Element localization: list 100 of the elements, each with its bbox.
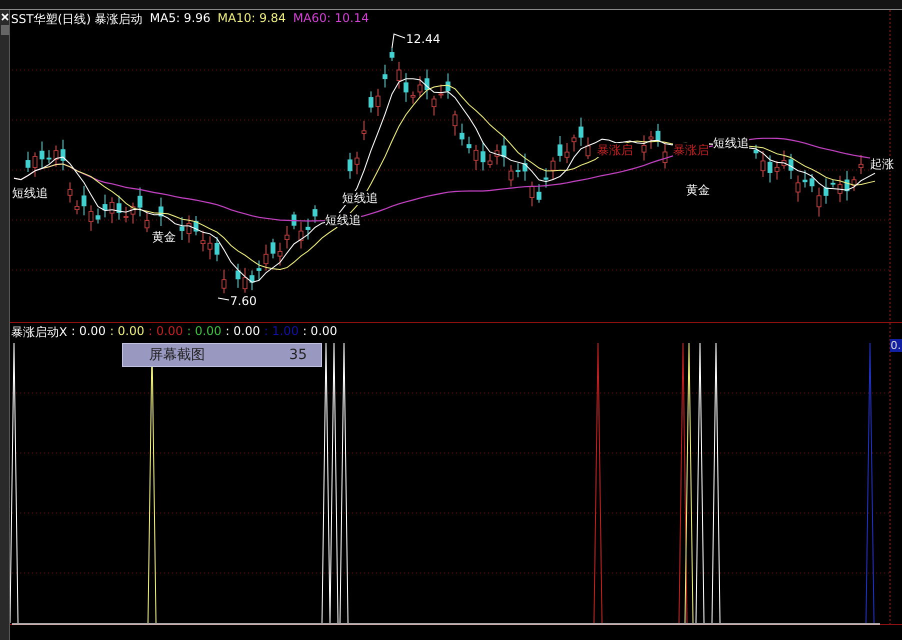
- candle: [26, 151, 30, 172]
- signal-label: 短线追: [12, 186, 48, 200]
- candle: [88, 204, 94, 232]
- indicator-value: : 0.00: [148, 324, 183, 340]
- candle: [278, 242, 282, 266]
- candle: [404, 72, 408, 102]
- candle: [558, 136, 562, 162]
- candle: [250, 270, 254, 291]
- candle: [844, 170, 850, 201]
- candle: [270, 238, 276, 259]
- candle: [180, 216, 184, 241]
- candle: [418, 76, 422, 98]
- indicator-value: : 0.00: [302, 324, 338, 340]
- candle: [754, 144, 758, 160]
- chart-title-text: SST华塑(日线) 暴涨启动: [11, 11, 143, 28]
- candle: [40, 141, 44, 169]
- candle: [348, 152, 352, 180]
- candle: [390, 46, 394, 62]
- candle: [186, 215, 192, 244]
- indicator-value: : 0.00: [71, 324, 106, 340]
- candle: [312, 204, 318, 224]
- candle: [774, 160, 780, 180]
- chart-title-text: MA10: 9.84: [218, 11, 286, 27]
- signal-label: 黄金: [152, 230, 176, 244]
- candle: [292, 211, 296, 230]
- candle: [586, 136, 590, 160]
- candle: [362, 120, 366, 141]
- price-label: 12.44: [406, 32, 440, 46]
- candle: [768, 154, 772, 183]
- candle: [382, 64, 388, 88]
- candle: [144, 210, 150, 233]
- candle: [452, 110, 458, 136]
- close-icon[interactable]: [0, 13, 8, 21]
- chart-title-text: MA60: 10.14: [292, 11, 369, 27]
- candle: [544, 168, 548, 188]
- candle: [782, 150, 786, 170]
- candle: [536, 184, 542, 204]
- candle: [306, 218, 310, 240]
- leader-line: [218, 298, 230, 300]
- candle: [564, 142, 570, 164]
- candle: [480, 141, 486, 171]
- indicator-value: : 1.00: [264, 324, 299, 340]
- signal-label: 黄金: [686, 183, 710, 197]
- candle: [96, 208, 100, 224]
- candle: [830, 179, 836, 188]
- candle: [662, 142, 668, 170]
- candle: [354, 151, 360, 175]
- candle: [214, 236, 220, 262]
- candle: [194, 216, 198, 236]
- value-tag: 0.: [890, 338, 902, 352]
- candle: [424, 69, 430, 100]
- candle: [466, 136, 472, 154]
- candle: [508, 164, 514, 187]
- candle: [522, 153, 528, 182]
- candle: [656, 123, 660, 148]
- candle: [368, 90, 374, 114]
- candle: [54, 144, 58, 168]
- candle: [642, 134, 646, 162]
- candle: [60, 139, 66, 171]
- candle: [852, 176, 856, 192]
- candle: [284, 226, 290, 250]
- candle: [222, 269, 226, 294]
- candle: [242, 267, 248, 294]
- candle: [68, 182, 72, 204]
- candle: [788, 153, 794, 180]
- scroll-up-icon[interactable]: [0, 25, 8, 35]
- candle: [298, 221, 304, 250]
- candle: [460, 123, 464, 146]
- tooltip-value: 35: [289, 346, 307, 362]
- candle: [550, 156, 556, 181]
- candle: [410, 91, 416, 104]
- candle: [432, 95, 436, 116]
- candle: [816, 187, 822, 218]
- candle: [648, 130, 654, 150]
- candle: [158, 197, 164, 226]
- candle: [796, 174, 800, 202]
- candle: [858, 154, 864, 175]
- candle: [810, 173, 814, 193]
- leader-line: [392, 33, 406, 48]
- candle: [530, 181, 534, 207]
- candle: [838, 175, 842, 203]
- indicator-value: : 0.00: [110, 324, 144, 340]
- signal-label: 短线追: [713, 136, 749, 150]
- candle: [208, 236, 212, 260]
- candle: [82, 185, 86, 216]
- chart-title-text: MA5: 9.96: [150, 11, 211, 27]
- candle: [438, 84, 444, 99]
- candle: [488, 154, 492, 168]
- candle: [130, 202, 136, 224]
- tooltip-label: 屏幕截图: [149, 346, 205, 364]
- candle: [376, 88, 380, 117]
- candle: [46, 150, 52, 164]
- candle: [102, 194, 108, 218]
- candle: [494, 144, 500, 165]
- candle: [760, 150, 766, 178]
- candle: [236, 263, 240, 288]
- candle: [200, 230, 206, 252]
- indicator-value: : 0.00: [226, 324, 260, 340]
- indicator-name: 暴涨启动X: [11, 324, 68, 340]
- candle: [256, 260, 262, 281]
